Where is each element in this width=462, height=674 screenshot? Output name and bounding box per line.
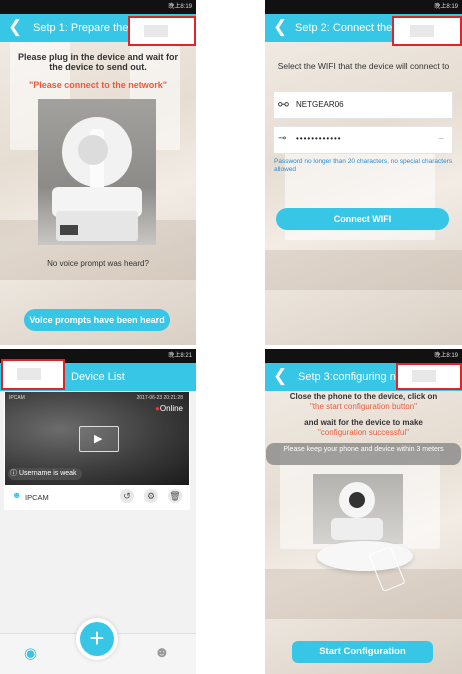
back-arrow-icon[interactable]: ❮ [273,366,287,386]
wifi-ssid-field[interactable]: ⚯ NETGEAR06 [273,91,453,119]
online-status: ●Online [155,404,183,413]
step3-screen: 晚上8:19 ❮ Setp 3:configuring ne Close the… [265,349,462,674]
page-title: Device List [71,371,125,383]
redacted-box [128,16,196,46]
camera-image [313,474,403,544]
play-button[interactable]: ▶ [79,426,119,452]
add-device-button[interactable]: + [76,618,118,660]
camera-photo [38,99,156,245]
weak-username-warning: ⓘ Username is weak [8,468,82,480]
password-field[interactable]: ⊸ •••••••••••• ⌣ [273,126,453,154]
camera-feed[interactable]: IPCAM 2017-06-23 20:21:28 ●Online ▶ ⓘ Us… [5,392,189,485]
instruction-text: Please plug in the device and wait for t… [17,52,179,72]
nav-camera-icon[interactable]: ◉ [24,644,37,662]
device-card[interactable]: IPCAM 2017-06-23 20:21:28 ●Online ▶ ⓘ Us… [4,392,190,510]
eye-closed-icon[interactable]: ⌣ [438,133,444,144]
instruction-line2: and wait for the device to make [304,418,423,427]
status-bar: 晚上8:19 [265,349,462,363]
wifi-ssid: NETGEAR06 [296,100,344,109]
status-bar: 晚上8:19 [265,0,462,14]
plus-icon: + [80,622,114,656]
redacted-box [1,359,65,390]
status-time: 晚上8:19 [434,4,458,10]
voice-heard-button[interactable]: Voice prompts have been heard [24,309,170,331]
connect-wifi-button[interactable]: Connect WIFI [276,208,449,230]
wifi-icon: ⚯ [278,97,289,112]
person-icon: ☻ [12,490,22,500]
redacted-box [396,363,462,390]
status-time: 晚上8:19 [434,353,458,359]
key-icon: ⊸ [278,133,287,144]
bottom-nav: ◉ + ☻ [0,618,196,674]
step1-screen: 晚上8:19 ❮ Setp 1: Prepare the Please plug… [0,0,196,345]
device-list-screen: 晚上8:21 Device List IPCAM 2017-06-23 20:2… [0,349,196,674]
instruction-line1-highlight: "the start configuration button" [309,402,418,411]
warning-icon: ⓘ [10,470,17,477]
no-voice-link[interactable]: No voice prompt was heard? [10,259,186,268]
status-time: 晚上8:21 [168,353,192,359]
status-time: 晚上8:19 [168,4,192,10]
distance-notice: Please keep your phone and device within… [266,443,461,465]
feed-label: IPCAM [9,395,25,401]
device-name: IPCAM [25,493,49,502]
password-value: •••••••••••• [296,134,342,143]
password-hint: Password no longer than 20 characters, n… [274,158,453,173]
page-title: Setp 1: Prepare the [33,22,129,34]
back-arrow-icon[interactable]: ❮ [8,17,22,37]
start-configuration-button[interactable]: Start Configuration [292,641,433,663]
warning-text: "Please connect to the network" [28,80,168,90]
instruction-line2-highlight: "configuration successful" [317,428,410,437]
back-arrow-icon[interactable]: ❮ [273,17,287,37]
settings-gear-icon[interactable]: ⚙ [144,489,158,503]
instruction-line1: Close the phone to the device, click on [289,392,438,401]
page-title: Setp 2: Connect the [295,22,393,34]
playback-icon[interactable]: ↺ [120,489,134,503]
step2-screen: 晚上8:19 ❮ Setp 2: Connect the Select the … [265,0,462,345]
redacted-box [392,16,462,46]
nav-profile-icon[interactable]: ☻ [154,644,170,661]
status-bar: 晚上8:19 [0,0,196,14]
feed-timestamp: 2017-06-23 20:21:28 [136,395,183,401]
play-icon: ▶ [94,433,103,445]
page-title: Setp 3:configuring ne [298,371,402,383]
instruction-text: Select the WIFI that the device will con… [277,61,450,71]
delete-trash-icon[interactable]: 🗑 [168,489,182,503]
